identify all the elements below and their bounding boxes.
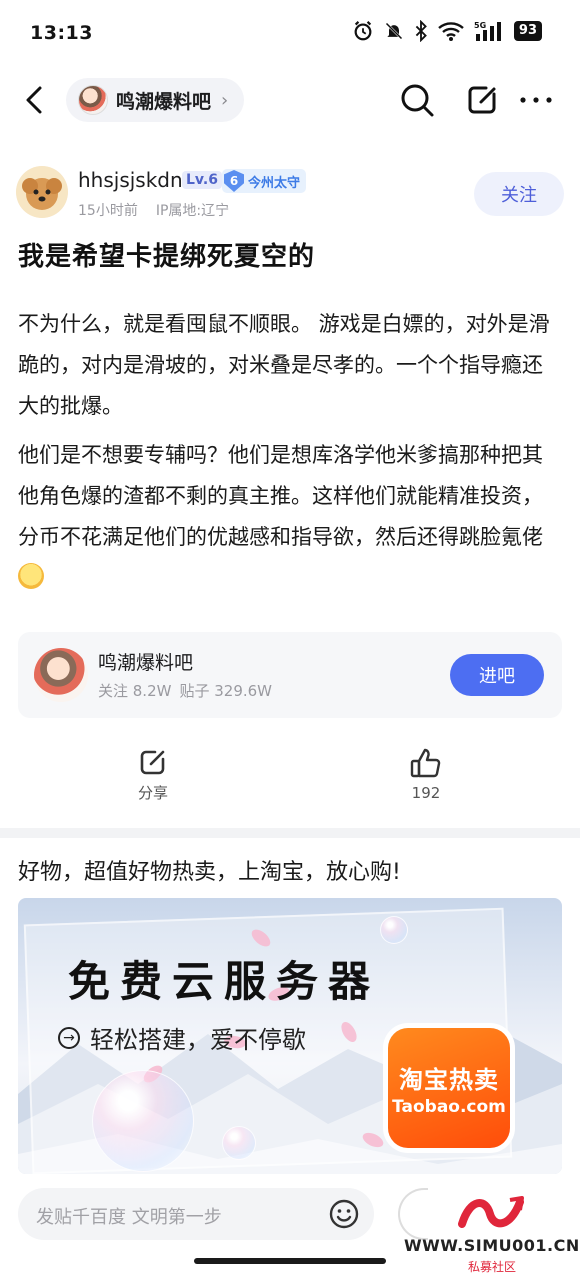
status-time: 13:13	[30, 22, 93, 44]
level-badge: Lv.6	[182, 171, 222, 189]
shield-icon: 6	[224, 170, 244, 192]
ad-banner[interactable]: 免费云服务器 → 轻松搭建，爱不停歇 淘宝热卖 Taobao.com	[18, 898, 562, 1174]
nav-bar: 鸣潮爆料吧 ›	[0, 70, 580, 130]
thumbs-up-icon	[410, 748, 441, 778]
emoji-icon[interactable]	[328, 1198, 360, 1230]
post-title: 我是希望卡提绑死夏空的	[18, 242, 316, 272]
taobao-logo: 淘宝热卖 Taobao.com	[388, 1028, 510, 1148]
watermark: WWW.SIMU001.CN 私募社区	[404, 1192, 580, 1276]
post-meta: 15小时前 IP属地:辽宁	[78, 200, 229, 220]
compose-button[interactable]	[464, 80, 502, 120]
forum-followers: 关注 8.2W	[98, 682, 172, 700]
post-paragraph: 他们是不想要专辅吗？他们是想库洛学他米爹搞那种把其他角色爆的渣都不剩的真主推。这…	[18, 435, 562, 599]
chevron-right-icon: ›	[221, 89, 229, 111]
mute-bell-icon	[385, 22, 403, 40]
search-button[interactable]	[398, 80, 436, 120]
share-button[interactable]: 分享	[108, 746, 198, 803]
svg-text:5G: 5G	[474, 21, 486, 30]
author-name[interactable]: hhsjsjskdn	[78, 168, 183, 192]
bubble-decoration	[222, 1126, 256, 1160]
chevron-left-icon	[26, 86, 42, 114]
forum-card-name: 鸣潮爆料吧	[98, 652, 194, 674]
home-indicator[interactable]	[194, 1258, 386, 1264]
comment-placeholder: 发贴千百度 文明第一步	[36, 1207, 222, 1228]
search-icon	[401, 84, 434, 117]
comment-input[interactable]: 发贴千百度 文明第一步	[18, 1188, 374, 1240]
ad-title[interactable]: 好物，超值好物热卖，上淘宝，放心购!	[18, 854, 401, 886]
watermark-sub: 私募社区	[468, 1260, 517, 1274]
forum-card-avatar	[34, 648, 88, 702]
ad-subline: → 轻松搭建，爱不停歇	[58, 1020, 306, 1055]
alarm-icon	[354, 21, 372, 41]
author-avatar[interactable]	[16, 166, 68, 218]
signal-5g-icon: 5G	[474, 21, 501, 41]
taobao-logo-cn: 淘宝热卖	[399, 1065, 499, 1094]
forum-posts: 贴子 329.6W	[179, 682, 273, 700]
ip-location: IP属地:辽宁	[155, 203, 230, 219]
back-button[interactable]	[18, 80, 54, 120]
enter-forum-button[interactable]: 进吧	[450, 654, 544, 696]
forum-name: 鸣潮爆料吧	[116, 90, 212, 113]
forum-card[interactable]: 鸣潮爆料吧 关注 8.2W 贴子 329.6W 进吧	[18, 632, 562, 718]
author-row: hhsjsjskdn Lv.6 6 今州太守 15小时前 IP属地:辽宁 关注	[16, 164, 564, 224]
edit-icon	[468, 86, 496, 114]
watermark-url: WWW.SIMU001.CN	[404, 1236, 580, 1255]
bubble-decoration	[92, 1070, 194, 1172]
ad-headline: 免费云服务器	[68, 957, 381, 1006]
status-bar: 13:13 5G 93	[0, 0, 580, 66]
smile-emoji-icon	[18, 563, 44, 589]
like-button[interactable]: 192	[381, 746, 471, 802]
share-icon	[140, 750, 165, 775]
ad-subline-text: 轻松搭建，爱不停歇	[90, 1026, 306, 1054]
section-divider	[0, 828, 580, 838]
follow-button[interactable]: 关注	[474, 172, 564, 216]
post-time: 15小时前	[78, 203, 138, 219]
bubble-decoration	[380, 916, 408, 944]
post-body: 不为什么，就是看囤鼠不顺眼。 游戏是白嫖的，对外是滑跪的，对内是滑坡的，对米叠是…	[18, 304, 562, 599]
forum-avatar	[78, 85, 108, 115]
forum-link-pill[interactable]: 鸣潮爆料吧 ›	[66, 78, 245, 122]
wifi-icon	[438, 22, 464, 41]
more-dots-icon	[520, 97, 552, 103]
post-paragraph-text: 他们是不想要专辅吗？他们是想库洛学他米爹搞那种把其他角色爆的渣都不剩的真主推。这…	[18, 443, 543, 549]
status-icons: 5G 93	[352, 20, 542, 42]
forum-card-stats: 关注 8.2W 贴子 329.6W	[98, 680, 272, 701]
bluetooth-icon	[415, 20, 427, 42]
post-paragraph: 不为什么，就是看囤鼠不顺眼。 游戏是白嫖的，对外是滑跪的，对内是滑坡的，对米叠是…	[18, 312, 550, 418]
action-row: 分享 192	[0, 740, 580, 820]
arrow-right-icon: →	[58, 1026, 80, 1049]
taobao-logo-en: Taobao.com	[392, 1096, 506, 1117]
simu-logo	[458, 1196, 524, 1228]
share-label: 分享	[137, 784, 168, 802]
title-badge: 6 今州太守	[222, 169, 307, 193]
like-count: 192	[411, 784, 441, 802]
title-badge-text: 今州太守	[248, 175, 301, 191]
battery-indicator: 93	[513, 21, 542, 41]
more-button[interactable]	[516, 80, 556, 120]
dog-avatar-image	[16, 166, 68, 218]
